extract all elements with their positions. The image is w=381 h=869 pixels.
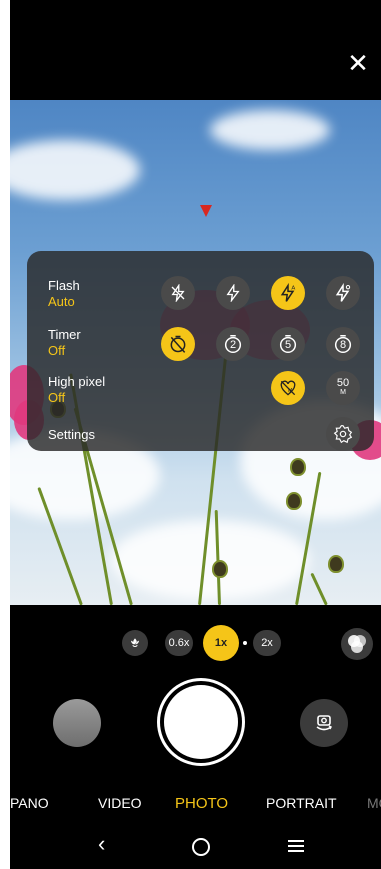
- high-pixel-row-label: High pixel Off: [48, 374, 105, 406]
- filters-icon[interactable]: [341, 628, 373, 660]
- flash-value: Auto: [48, 294, 75, 309]
- timer-5s-label: 5: [284, 339, 292, 351]
- high-pixel-off-icon[interactable]: M: [271, 371, 305, 405]
- camera-app: ✕ Flash Auto A Timer Off 2 5 8 High pixe…: [10, 0, 381, 869]
- mode-video[interactable]: VIDEO: [98, 795, 142, 811]
- timer-value: Off: [48, 343, 66, 358]
- mode-portrait[interactable]: PORTRAIT: [266, 795, 337, 811]
- settings-gear-icon[interactable]: [326, 417, 360, 451]
- shutter-button[interactable]: [164, 685, 238, 759]
- zoom-0-6x-button[interactable]: 0.6x: [165, 630, 193, 656]
- macro-flower-icon[interactable]: [122, 630, 148, 656]
- mode-photo[interactable]: PHOTO: [175, 795, 228, 812]
- svg-text:M: M: [288, 388, 292, 394]
- high-pixel-50m-button[interactable]: 50 M: [326, 371, 360, 405]
- switch-camera-icon[interactable]: [300, 699, 348, 747]
- high-pixel-label: High pixel: [48, 374, 106, 389]
- zoom-2x-button[interactable]: 2x: [253, 630, 281, 656]
- timer-2s-button[interactable]: 2: [216, 327, 250, 361]
- camera-controls: 0.6x 1x 2x PANO VIDEO PHOTO PORTRAIT MO …: [10, 605, 381, 869]
- high-pixel-value: Off: [48, 390, 66, 405]
- flash-row-label: Flash Auto: [48, 278, 80, 310]
- timer-8s-label: 8: [339, 339, 347, 351]
- annotation-arrow-head: [200, 205, 212, 217]
- nav-back-icon[interactable]: ‹: [98, 831, 105, 857]
- high-pixel-50-label: 50: [336, 377, 350, 389]
- flash-torch-icon[interactable]: [326, 276, 360, 310]
- settings-label[interactable]: Settings: [48, 427, 95, 443]
- gallery-thumbnail[interactable]: [53, 699, 101, 747]
- nav-home-icon[interactable]: [192, 838, 210, 856]
- zoom-dot: [243, 641, 247, 645]
- mode-more[interactable]: MO: [367, 795, 381, 811]
- zoom-1x-button[interactable]: 1x: [203, 625, 239, 661]
- mode-pano[interactable]: PANO: [10, 795, 49, 811]
- flash-label: Flash: [48, 278, 80, 293]
- flash-auto-icon[interactable]: A: [271, 276, 305, 310]
- timer-5s-button[interactable]: 5: [271, 327, 305, 361]
- flash-on-icon[interactable]: [216, 276, 250, 310]
- timer-8s-button[interactable]: 8: [326, 327, 360, 361]
- timer-off-icon[interactable]: [161, 327, 195, 361]
- quick-settings-panel: Flash Auto A Timer Off 2 5 8 High pixel …: [27, 251, 374, 451]
- flash-off-icon[interactable]: [161, 276, 195, 310]
- timer-2s-label: 2: [229, 339, 237, 351]
- high-pixel-m-label: M: [340, 389, 346, 396]
- close-icon[interactable]: ✕: [347, 50, 369, 76]
- timer-label: Timer: [48, 327, 81, 342]
- timer-row-label: Timer Off: [48, 327, 81, 359]
- svg-text:A: A: [291, 286, 295, 292]
- nav-menu-icon[interactable]: [288, 839, 304, 858]
